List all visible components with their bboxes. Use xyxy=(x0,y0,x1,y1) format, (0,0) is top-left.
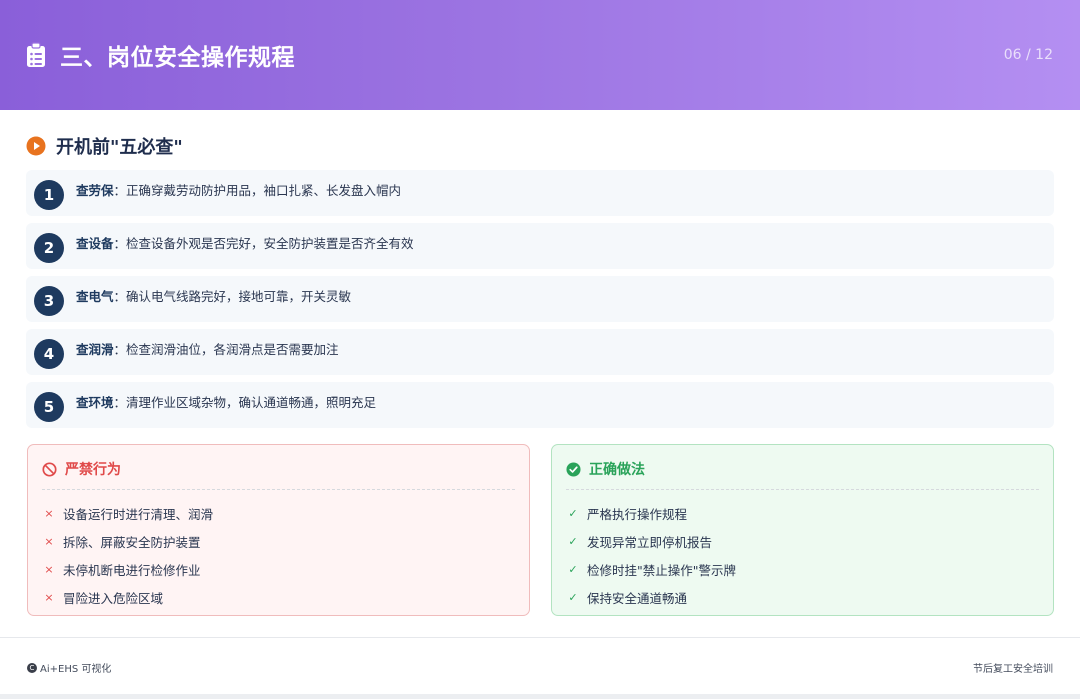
step-number-badge: 5 xyxy=(34,392,64,422)
check-circle-icon xyxy=(566,461,581,477)
ban-icon xyxy=(42,461,57,477)
header-left: 三、岗位安全操作规程 xyxy=(26,38,295,72)
correct-panel-title: 正确做法 xyxy=(589,462,645,478)
prohibited-actions-panel: 严禁行为 × 设备运行时进行清理、润滑 × 拆除、屏蔽安全防护装置 × 未停机断电进行… xyxy=(27,444,530,616)
list-item: × 冒险进入危险区域 xyxy=(42,583,515,611)
check-item-label: 查劳保 xyxy=(76,182,114,198)
check-item: 1 查劳保：正确穿戴劳动防护用品，袖口扎紧、长发盘入帽内 xyxy=(26,170,1054,216)
footer-divider xyxy=(0,637,1080,638)
play-circle-icon xyxy=(26,136,46,156)
step-number-badge: 2 xyxy=(34,233,64,263)
check-item-text: 查润滑：检查润滑油位，各润滑点是否需要加注 xyxy=(76,339,339,358)
check-icon: ✓ xyxy=(568,507,578,521)
correct-practices-panel: 正确做法 ✓ 严格执行操作规程 ✓ 发现异常立即停机报告 ✓ 检修时挂"禁止操作"警示… xyxy=(551,444,1054,616)
check-icon: ✓ xyxy=(568,535,578,549)
prohibited-list: × 设备运行时进行清理、润滑 × 拆除、屏蔽安全防护装置 × 未停机断电进行检修作业 … xyxy=(42,500,515,611)
list-item-text: 严格执行操作规程 xyxy=(587,507,688,523)
check-item-text: 查设备：检查设备外观是否完好，安全防护装置是否齐全有效 xyxy=(76,233,414,252)
copyright-icon: C xyxy=(27,662,37,673)
list-item: ✓ 严格执行操作规程 xyxy=(566,500,1039,528)
check-item-label: 查设备 xyxy=(76,235,114,251)
section-heading: 开机前"五必查" xyxy=(26,133,183,159)
page-number: 06 / 12 xyxy=(1003,47,1053,63)
cross-icon: × xyxy=(44,590,54,604)
check-item-text: 查电气：确认电气线路完好，接地可靠，开关灵敏 xyxy=(76,286,351,305)
check-item-description: ：清理作业区域杂物，确认通道畅通，照明充足 xyxy=(113,394,377,410)
list-item: × 拆除、屏蔽安全防护装置 xyxy=(42,528,515,556)
five-checks-list: 1 查劳保：正确穿戴劳动防护用品，袖口扎紧、长发盘入帽内 2 查设备：检查设备外… xyxy=(26,170,1054,435)
cross-icon: × xyxy=(44,562,54,576)
cross-icon: × xyxy=(44,507,54,521)
check-item: 4 查润滑：检查润滑油位，各润滑点是否需要加注 xyxy=(26,329,1054,375)
check-item: 2 查设备：检查设备外观是否完好，安全防护装置是否齐全有效 xyxy=(26,223,1054,269)
footer-brand: C Ai+EHS 可视化 xyxy=(27,660,111,675)
check-item-description: ：正确穿戴劳动防护用品，袖口扎紧、长发盘入帽内 xyxy=(113,182,402,198)
check-item: 5 查环境：清理作业区域杂物，确认通道畅通，照明充足 xyxy=(26,382,1054,428)
step-number-badge: 1 xyxy=(34,180,64,210)
correct-list: ✓ 严格执行操作规程 ✓ 发现异常立即停机报告 ✓ 检修时挂"禁止操作"警示牌 ✓ 保持… xyxy=(566,500,1039,611)
list-item-text: 拆除、屏蔽安全防护装置 xyxy=(63,535,201,551)
check-item-text: 查环境：清理作业区域杂物，确认通道畅通，照明充足 xyxy=(76,392,376,411)
list-item: × 设备运行时进行清理、润滑 xyxy=(42,500,515,528)
list-item: ✓ 检修时挂"禁止操作"警示牌 xyxy=(566,556,1039,584)
check-icon: ✓ xyxy=(568,590,578,604)
list-item-text: 检修时挂"禁止操作"警示牌 xyxy=(587,562,736,578)
list-item-text: 冒险进入危险区域 xyxy=(63,590,164,606)
prohibited-panel-header: 严禁行为 xyxy=(42,459,515,490)
list-item-text: 未停机断电进行检修作业 xyxy=(63,562,201,578)
check-item-description: ：确认电气线路完好，接地可靠，开关灵敏 xyxy=(113,288,352,304)
list-item: ✓ 保持安全通道畅通 xyxy=(566,583,1039,611)
check-item-label: 查环境 xyxy=(76,394,114,410)
header-bar: 三、岗位安全操作规程 06 / 12 xyxy=(0,0,1080,110)
check-item-text: 查劳保：正确穿戴劳动防护用品，袖口扎紧、长发盘入帽内 xyxy=(76,180,401,199)
prohibited-panel-title: 严禁行为 xyxy=(65,462,121,478)
check-item-description: ：检查设备外观是否完好，安全防护装置是否齐全有效 xyxy=(113,235,414,251)
page-title: 三、岗位安全操作规程 xyxy=(60,45,295,71)
cross-icon: × xyxy=(44,535,54,549)
clipboard-list-icon xyxy=(27,42,45,67)
list-item: × 未停机断电进行检修作业 xyxy=(42,556,515,584)
check-item-label: 查润滑 xyxy=(76,341,114,357)
footer-brand-text: Ai+EHS 可视化 xyxy=(40,664,112,675)
check-item-description: ：检查润滑油位，各润滑点是否需要加注 xyxy=(113,341,339,357)
correct-panel-header: 正确做法 xyxy=(566,459,1039,490)
check-item: 3 查电气：确认电气线路完好，接地可靠，开关灵敏 xyxy=(26,276,1054,322)
footer-course-title: 节后复工安全培训 xyxy=(973,664,1053,675)
list-item-text: 发现异常立即停机报告 xyxy=(587,535,713,551)
check-item-label: 查电气 xyxy=(76,288,114,304)
section-title: 开机前"五必查" xyxy=(56,137,183,158)
list-item-text: 保持安全通道畅通 xyxy=(587,590,688,606)
list-item: ✓ 发现异常立即停机报告 xyxy=(566,528,1039,556)
check-icon: ✓ xyxy=(568,562,578,576)
step-number-badge: 4 xyxy=(34,339,64,369)
list-item-text: 设备运行时进行清理、润滑 xyxy=(63,507,214,523)
bottom-strip xyxy=(0,694,1080,699)
step-number-badge: 3 xyxy=(34,286,64,316)
